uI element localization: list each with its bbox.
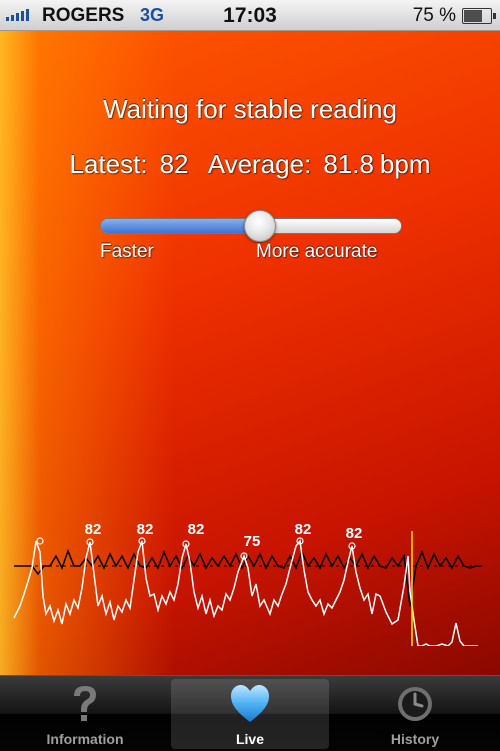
peak-marker: 82 [295,521,312,545]
slider-label-faster: Faster [100,241,154,262]
peak-marker: 82 [137,521,154,545]
average-label: Average: [207,149,312,179]
peak-marker: 82 [85,521,102,546]
peak-label: 82 [85,521,102,538]
pulse-waveform-graph: 82 82 82 75 82 82 [13,521,482,646]
slider-fill-left [101,219,260,233]
tab-bar: Information Live History [0,675,500,751]
peak-marker: 82 [182,521,205,548]
peak-label: 75 [244,533,261,550]
battery-icon [462,8,496,24]
peak-label: 82 [346,525,363,542]
peak-marker [36,537,44,545]
slider-label-more-accurate: More accurate [256,241,378,262]
latest-value: 82 [159,149,189,179]
tab-label: Information [46,731,124,747]
battery-percentage: 75 % [412,5,456,26]
tab-history[interactable]: History [336,679,494,749]
tab-information[interactable]: Information [6,679,164,749]
heart-rate-summary: Latest: 82 Average: 81.8 bpm [0,149,500,180]
clock-icon [336,683,494,725]
live-view: Waiting for stable reading Latest: 82 Ave… [0,31,500,675]
status-bar: ROGERS 3G 17:03 75 % [0,0,500,31]
tab-label: History [390,731,440,747]
tab-label: Live [235,731,264,747]
slider-fill-right [260,219,401,233]
tab-live[interactable]: Live [171,679,329,749]
peak-label: 82 [188,521,205,538]
heart-icon [171,683,329,725]
average-value: 81.8 [323,149,374,179]
question-mark-icon [6,683,164,725]
reading-status: Waiting for stable reading [103,94,397,124]
unit-label: bpm [379,149,431,179]
peak-marker: 82 [346,525,363,550]
slider-thumb[interactable] [244,210,276,242]
peak-label: 82 [295,521,312,538]
latest-label: Latest: [69,149,148,179]
accuracy-slider[interactable] [100,210,402,242]
peak-label: 82 [137,521,154,538]
